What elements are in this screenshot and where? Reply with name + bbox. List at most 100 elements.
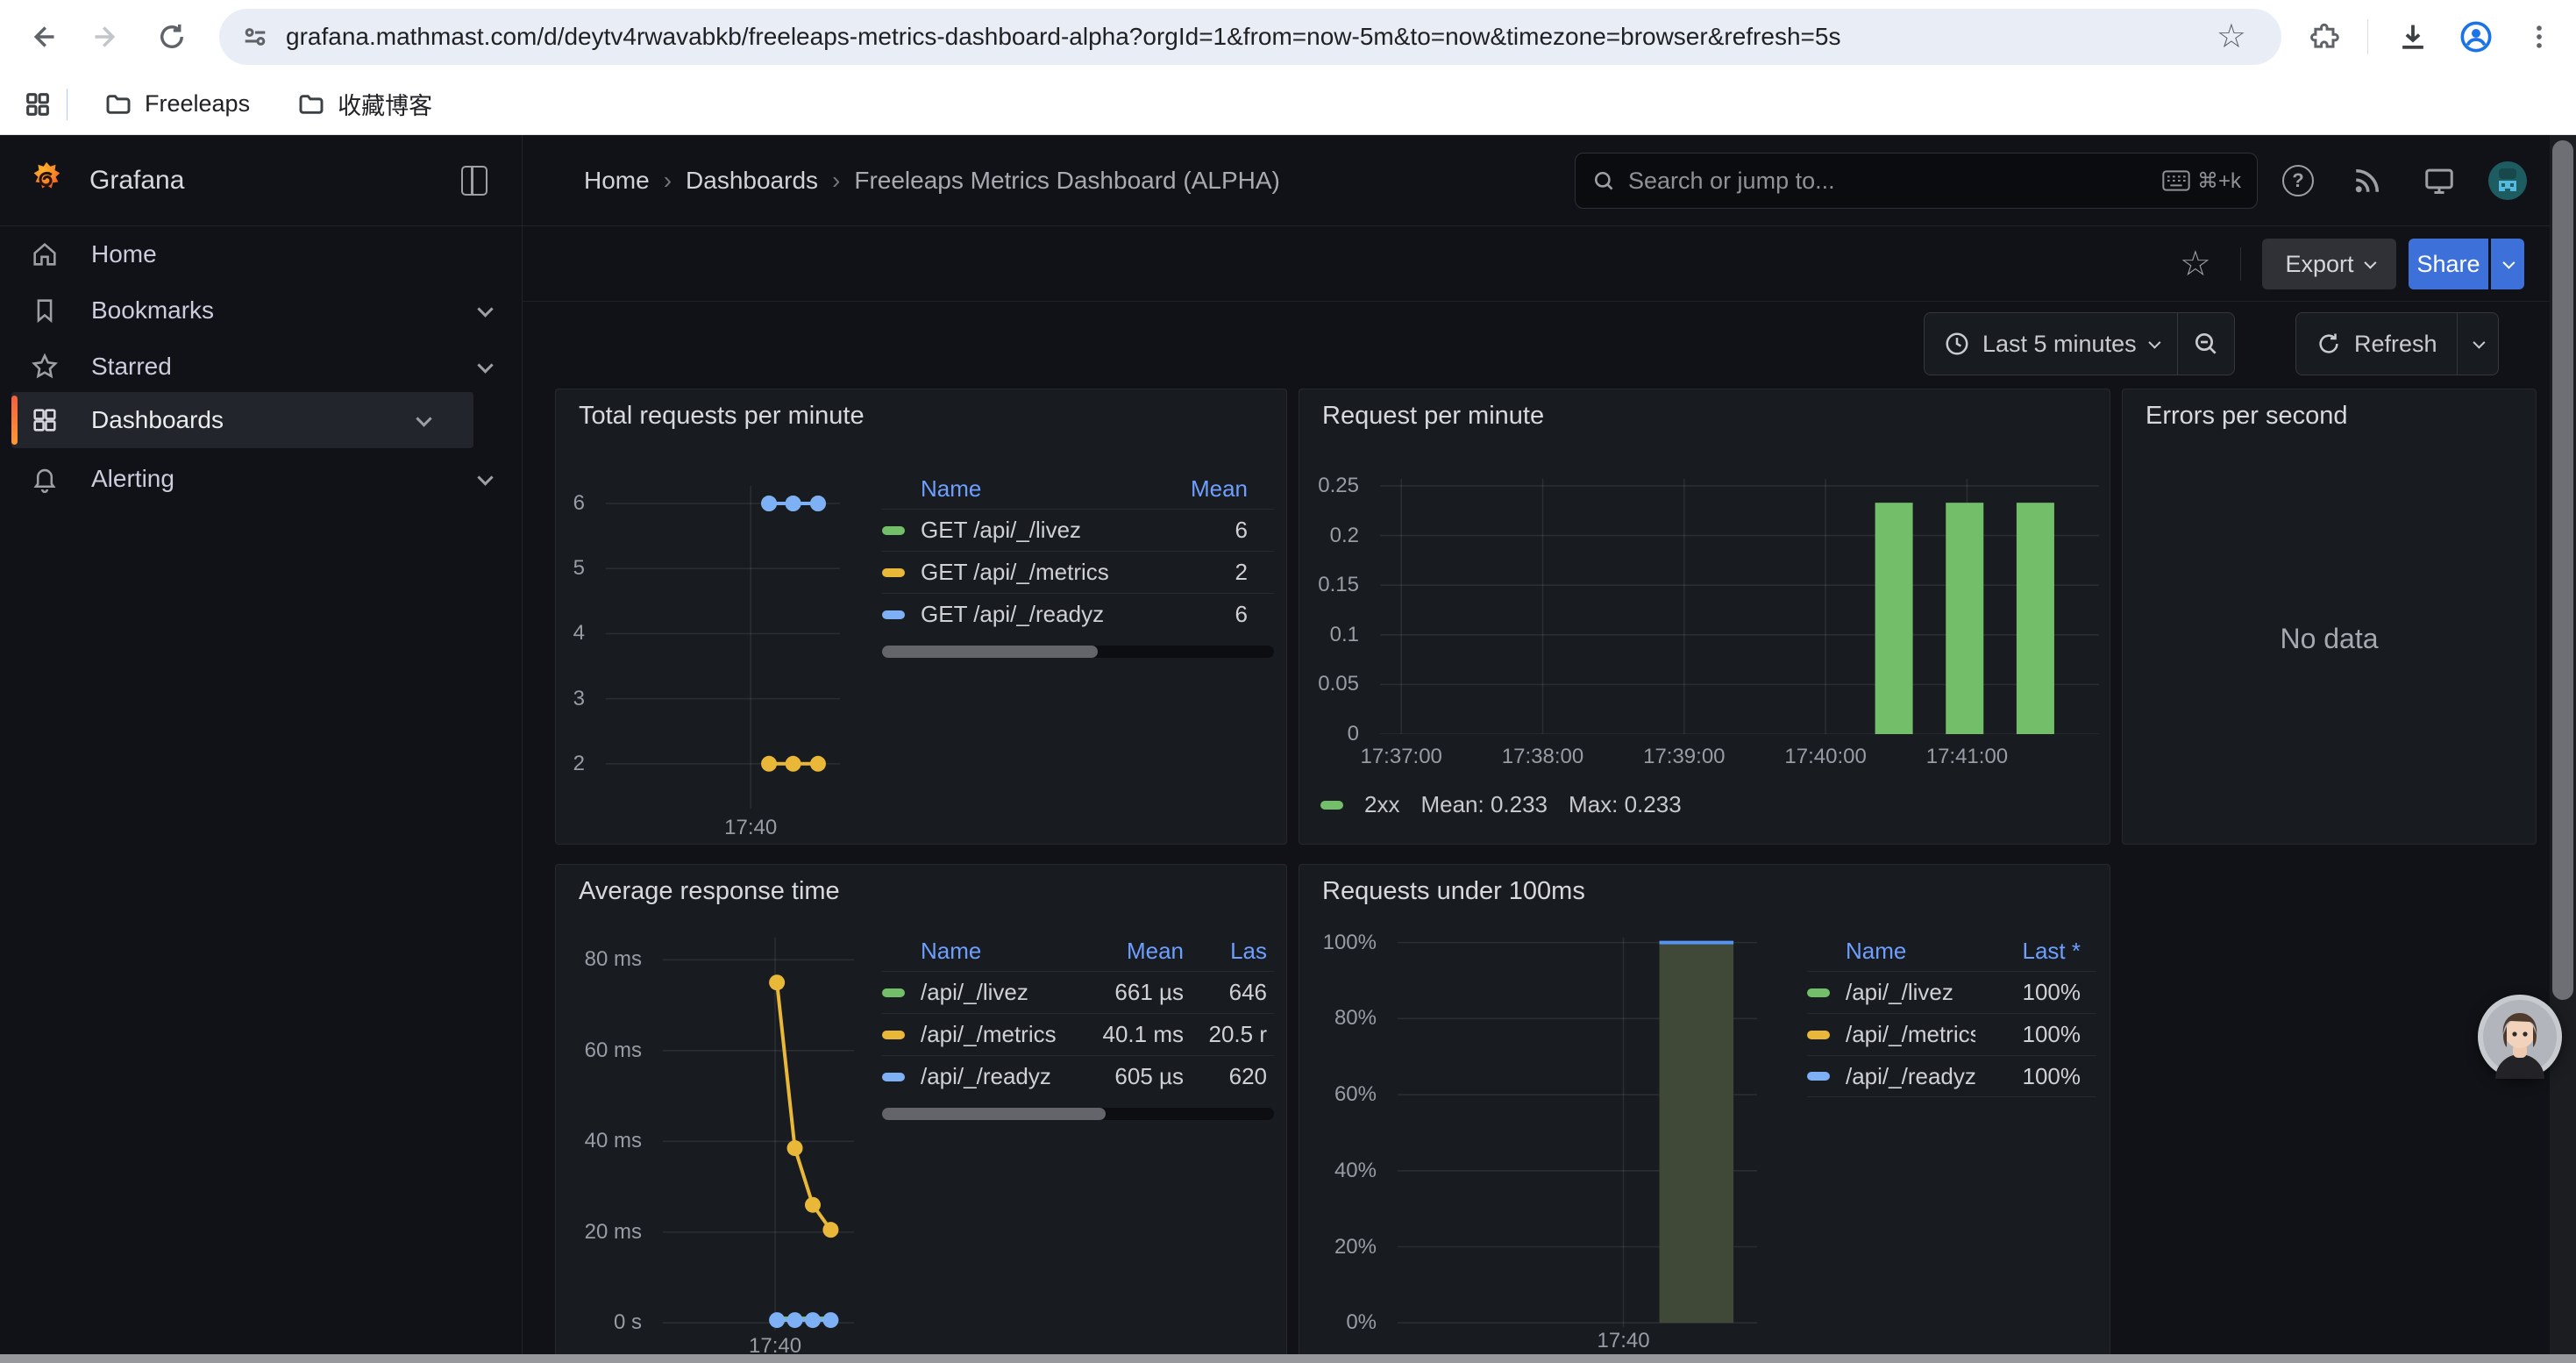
- download-icon[interactable]: [2387, 11, 2439, 63]
- series-swatch[interactable]: [882, 1073, 905, 1081]
- series-swatch[interactable]: [882, 526, 905, 535]
- series-name[interactable]: /api/_/livez: [1846, 979, 1975, 1006]
- series-name[interactable]: GET /api/_/metrics: [921, 559, 1169, 586]
- breadcrumb-dashboards[interactable]: Dashboards: [686, 167, 818, 195]
- forward-icon[interactable]: [81, 11, 133, 63]
- series-mean: Mean: 0.233: [1420, 791, 1548, 818]
- sidebar-toggle-icon[interactable]: [461, 166, 487, 196]
- series-name[interactable]: GET /api/_/livez: [921, 517, 1169, 544]
- series-mean: 6: [1169, 517, 1248, 544]
- url-text[interactable]: grafana.mathmast.com/d/deytv4rwavabkb/fr…: [286, 23, 1840, 51]
- refresh-button[interactable]: Refresh: [2296, 313, 2457, 375]
- search-input[interactable]: [1628, 168, 2162, 195]
- series-name[interactable]: /api/_/readyz: [1846, 1063, 1975, 1090]
- series-name[interactable]: /api/_/metrics: [921, 1021, 1078, 1048]
- no-data-message: No data: [2123, 623, 2536, 655]
- legend-table: Name Last * /api/_/livez 100% /api/_/met…: [1807, 931, 2096, 1097]
- zoom-out-button[interactable]: [2178, 313, 2234, 375]
- active-indicator: [11, 396, 18, 445]
- favorite-star-icon[interactable]: ☆: [2180, 244, 2211, 284]
- series-swatch[interactable]: [882, 568, 905, 577]
- extensions-icon[interactable]: [2299, 11, 2352, 63]
- sidebar-item-home[interactable]: Home: [0, 226, 523, 282]
- url-bar[interactable]: grafana.mathmast.com/d/deytv4rwavabkb/fr…: [219, 9, 2281, 65]
- series-max: Max: 0.233: [1569, 791, 1682, 818]
- panel-title[interactable]: Average response time: [579, 877, 840, 906]
- legend-header-name[interactable]: Name: [1846, 938, 1975, 965]
- sidebar-item-starred[interactable]: Starred: [0, 339, 523, 395]
- breadcrumb-home[interactable]: Home: [584, 167, 650, 195]
- refresh-interval-button[interactable]: [2458, 313, 2498, 375]
- sidebar-item-bookmarks[interactable]: Bookmarks: [0, 282, 523, 339]
- sidebar-item-label: Home: [91, 240, 157, 268]
- browser-menu-icon[interactable]: [2513, 11, 2565, 63]
- back-icon[interactable]: [16, 11, 68, 63]
- assistant-avatar[interactable]: [2478, 995, 2562, 1079]
- search-box[interactable]: ⌘+k: [1575, 153, 2258, 209]
- legend-header-mean[interactable]: Mean: [1169, 475, 1248, 503]
- chevron-down-icon[interactable]: [477, 469, 493, 485]
- news-button[interactable]: [2346, 160, 2388, 202]
- search-icon: [1591, 168, 1616, 193]
- series-swatch[interactable]: [1320, 801, 1343, 810]
- series-name[interactable]: /api/_/metrics: [1846, 1021, 1975, 1048]
- chart-plot[interactable]: [606, 486, 840, 809]
- apps-grid-icon[interactable]: [23, 89, 53, 119]
- reload-icon[interactable]: [146, 11, 198, 63]
- user-avatar[interactable]: [2487, 160, 2529, 202]
- refresh-group: Refresh: [2295, 312, 2499, 375]
- panel-request-per-minute: Request per minute 0.250.20.150.10.050 1…: [1299, 389, 2110, 845]
- panel-title[interactable]: Requests under 100ms: [1322, 877, 1585, 906]
- sidebar-item-alerting[interactable]: Alerting: [0, 451, 523, 507]
- panel-title[interactable]: Errors per second: [2145, 402, 2348, 431]
- site-info-icon[interactable]: [240, 22, 270, 52]
- series-name[interactable]: /api/_/readyz: [921, 1063, 1078, 1090]
- export-button[interactable]: Export: [2262, 239, 2396, 289]
- legend-header-last[interactable]: Las: [1184, 938, 1267, 965]
- grafana-logo[interactable]: [26, 161, 67, 201]
- chevron-down-icon[interactable]: [416, 410, 431, 426]
- display-button[interactable]: [2418, 160, 2460, 202]
- share-dropdown-button[interactable]: [2491, 239, 2524, 289]
- chevron-down-icon[interactable]: [477, 357, 493, 373]
- chart-plot[interactable]: [663, 938, 854, 1331]
- vertical-scrollbar[interactable]: [2550, 135, 2576, 1363]
- series-swatch[interactable]: [1807, 988, 1830, 997]
- legend-header-mean[interactable]: Mean: [1078, 938, 1184, 965]
- bookmark-folder-blogs[interactable]: 收藏博客: [281, 82, 448, 127]
- help-button[interactable]: ?: [2277, 160, 2319, 202]
- horizontal-scrollbar[interactable]: [0, 1354, 2576, 1363]
- legend-header-last[interactable]: Last *: [1975, 938, 2081, 965]
- bell-icon: [30, 464, 60, 494]
- legend-scrollbar-thumb[interactable]: [882, 1108, 1106, 1120]
- chart-plot[interactable]: [1380, 479, 2099, 734]
- legend-header-name[interactable]: Name: [921, 475, 1169, 503]
- legend-scrollbar-thumb[interactable]: [882, 646, 1098, 658]
- bookmark-folder-freeleaps[interactable]: Freeleaps: [89, 82, 266, 127]
- dashboard-toolbar: ☆ Export Share: [523, 226, 2576, 302]
- sidebar: Grafana Home Bookmarks Starred Dashboard…: [0, 135, 523, 1363]
- share-button[interactable]: Share: [2409, 239, 2488, 289]
- series-swatch[interactable]: [1807, 1031, 1830, 1039]
- chart-plot[interactable]: [1398, 938, 1757, 1327]
- app-header: Home › Dashboards › Freeleaps Metrics Da…: [523, 135, 2576, 226]
- legend-header-name[interactable]: Name: [921, 938, 1078, 965]
- panel-title[interactable]: Request per minute: [1322, 402, 1544, 431]
- bookmark-icon: [30, 296, 60, 325]
- sidebar-item-label: Dashboards: [91, 406, 224, 434]
- series-name[interactable]: 2xx: [1364, 791, 1399, 818]
- series-swatch[interactable]: [882, 988, 905, 997]
- time-range-button[interactable]: Last 5 minutes: [1925, 313, 2177, 375]
- profile-icon[interactable]: [2450, 11, 2502, 63]
- series-swatch[interactable]: [1807, 1072, 1830, 1081]
- series-name[interactable]: /api/_/livez: [921, 979, 1078, 1006]
- vertical-scrollbar-thumb[interactable]: [2552, 140, 2573, 1000]
- panel-title[interactable]: Total requests per minute: [579, 402, 865, 431]
- legend-row: /api/_/readyz 100%: [1807, 1055, 2096, 1097]
- series-name[interactable]: GET /api/_/readyz: [921, 601, 1169, 628]
- bookmark-star-icon[interactable]: ☆: [2217, 9, 2246, 65]
- sidebar-item-dashboards[interactable]: Dashboards: [11, 392, 473, 448]
- chevron-down-icon[interactable]: [477, 301, 493, 317]
- series-swatch[interactable]: [882, 610, 905, 619]
- series-swatch[interactable]: [882, 1031, 905, 1039]
